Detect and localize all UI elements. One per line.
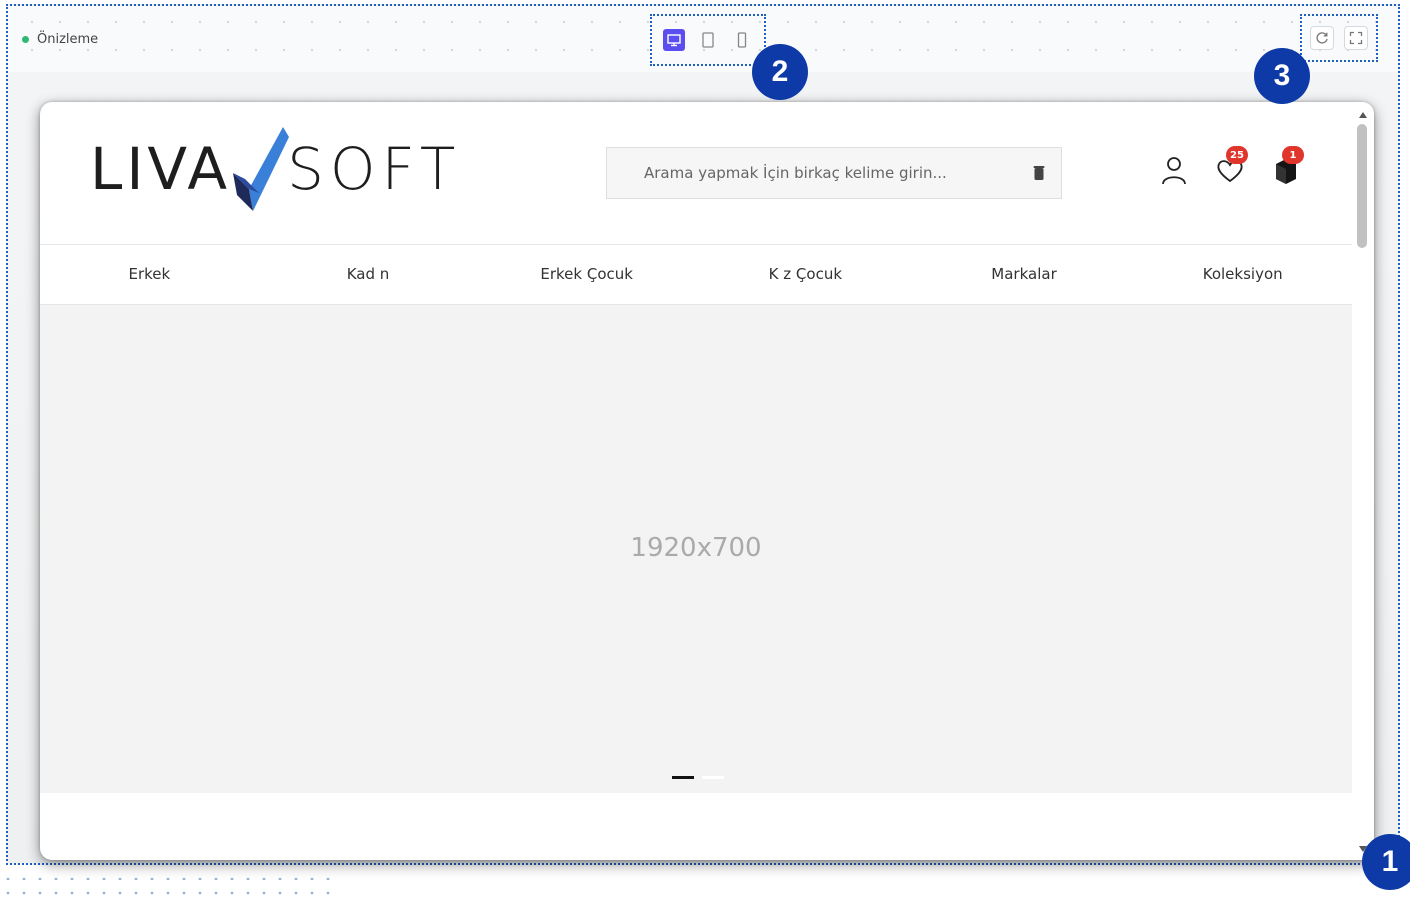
tablet-view-button[interactable]: [697, 29, 719, 51]
preview-actions: [1300, 14, 1378, 62]
nav-item-kadin[interactable]: Kad n: [259, 244, 478, 304]
search-box: [606, 147, 1062, 199]
preview-frame: Önizleme LIVA SOFT Arama yapmak İçin bir…: [6, 4, 1400, 865]
main-nav: Erkek Kad n Erkek Çocuk K z Çocuk Markal…: [40, 244, 1352, 305]
hero-slider[interactable]: 1920x700: [40, 305, 1352, 793]
nav-item-erkek[interactable]: Erkek: [40, 244, 259, 304]
cart-button[interactable]: 1: [1268, 146, 1304, 188]
scrollbar-thumb[interactable]: [1357, 124, 1367, 248]
mobile-view-button[interactable]: [731, 29, 753, 51]
search-input[interactable]: [607, 147, 1017, 199]
callout-marker-2: 2: [752, 44, 808, 100]
monitor-icon: [667, 34, 681, 47]
fullscreen-icon: [1349, 31, 1363, 45]
nav-item-koleksiyon[interactable]: Koleksiyon: [1133, 244, 1352, 304]
refresh-button[interactable]: [1310, 26, 1334, 50]
status-label: Önizleme: [37, 32, 99, 47]
user-icon: [1162, 157, 1186, 185]
slider-dot-2[interactable]: [702, 776, 724, 779]
device-switcher: [650, 14, 766, 66]
status-dot-icon: [22, 36, 29, 43]
preview-toolbar: Önizleme: [8, 6, 1398, 72]
tablet-icon: [702, 32, 714, 48]
cart-count-badge: 1: [1282, 146, 1304, 164]
account-button[interactable]: [1156, 152, 1192, 188]
caret-up-icon: [1359, 112, 1367, 118]
preview-status: Önizleme: [22, 32, 98, 47]
logo-text-soft: SOFT: [287, 135, 462, 203]
favorites-count-badge: 25: [1226, 146, 1248, 164]
desktop-view-button[interactable]: [663, 29, 685, 51]
preview-scrollbar[interactable]: [1352, 102, 1374, 860]
decorative-dot-pattern: [0, 872, 340, 897]
fullscreen-button[interactable]: [1344, 26, 1368, 50]
site-header: LIVA SOFT 25: [40, 102, 1352, 245]
site-logo[interactable]: LIVA SOFT: [90, 124, 461, 214]
logo-check-icon: [233, 127, 290, 211]
nav-item-erkek-cocuk[interactable]: Erkek Çocuk: [477, 244, 696, 304]
nav-item-kiz-cocuk[interactable]: K z Çocuk: [696, 244, 915, 304]
logo-text-liva: LIVA: [90, 135, 232, 203]
callout-marker-3: 3: [1254, 48, 1310, 104]
slider-placeholder-text: 1920x700: [630, 533, 762, 563]
trash-icon: [1033, 166, 1045, 180]
scroll-up-button[interactable]: [1352, 106, 1374, 124]
phone-icon: [737, 32, 747, 48]
slider-dots: [672, 776, 724, 779]
header-actions: 25 1: [1156, 146, 1304, 188]
favorites-button[interactable]: 25: [1212, 146, 1248, 188]
site-preview: LIVA SOFT 25: [40, 102, 1374, 860]
callout-marker-1: 1: [1362, 834, 1410, 890]
nav-item-markalar[interactable]: Markalar: [915, 244, 1134, 304]
search-button[interactable]: [1017, 165, 1061, 181]
slider-dot-1[interactable]: [672, 776, 694, 779]
refresh-icon: [1316, 32, 1328, 44]
